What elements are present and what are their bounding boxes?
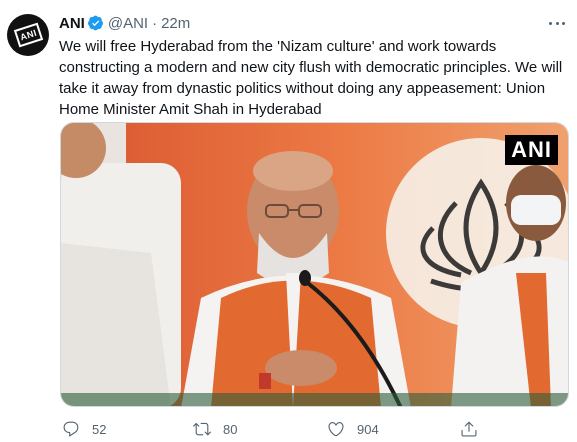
reply-count: 52 (92, 421, 107, 437)
tweet-card[interactable]: ANI ANI @ANI · 22m We will free Hyderaba… (0, 0, 577, 442)
tweet-text: We will free Hyderabad from the 'Nizam c… (59, 38, 563, 118)
more-options-icon[interactable] (547, 16, 567, 30)
share-button[interactable] (460, 418, 478, 440)
tweet-header: ANI @ANI · 22m (59, 13, 190, 33)
verified-badge-icon (87, 15, 103, 31)
like-count: 904 (357, 421, 379, 437)
like-button[interactable]: 904 (327, 418, 379, 440)
retweet-icon (193, 422, 211, 436)
account-handle[interactable]: @ANI (108, 15, 148, 32)
tweet-timestamp[interactable]: 22m (161, 15, 190, 32)
news-photo-illustration (61, 123, 568, 406)
tweet-actions: 52 80 904 (62, 418, 482, 440)
reply-button[interactable]: 52 (62, 418, 106, 440)
avatar-logo: ANI (13, 22, 44, 48)
retweet-button[interactable]: 80 (193, 418, 237, 440)
heart-icon (328, 422, 344, 437)
retweet-count: 80 (223, 421, 238, 437)
ani-watermark: ANI (505, 135, 558, 165)
tweet-photo[interactable]: ANI (60, 122, 569, 407)
reply-icon (63, 421, 79, 437)
avatar[interactable]: ANI (7, 14, 49, 56)
separator-dot: · (152, 14, 158, 32)
account-name[interactable]: ANI (59, 15, 85, 32)
share-icon (461, 421, 477, 437)
